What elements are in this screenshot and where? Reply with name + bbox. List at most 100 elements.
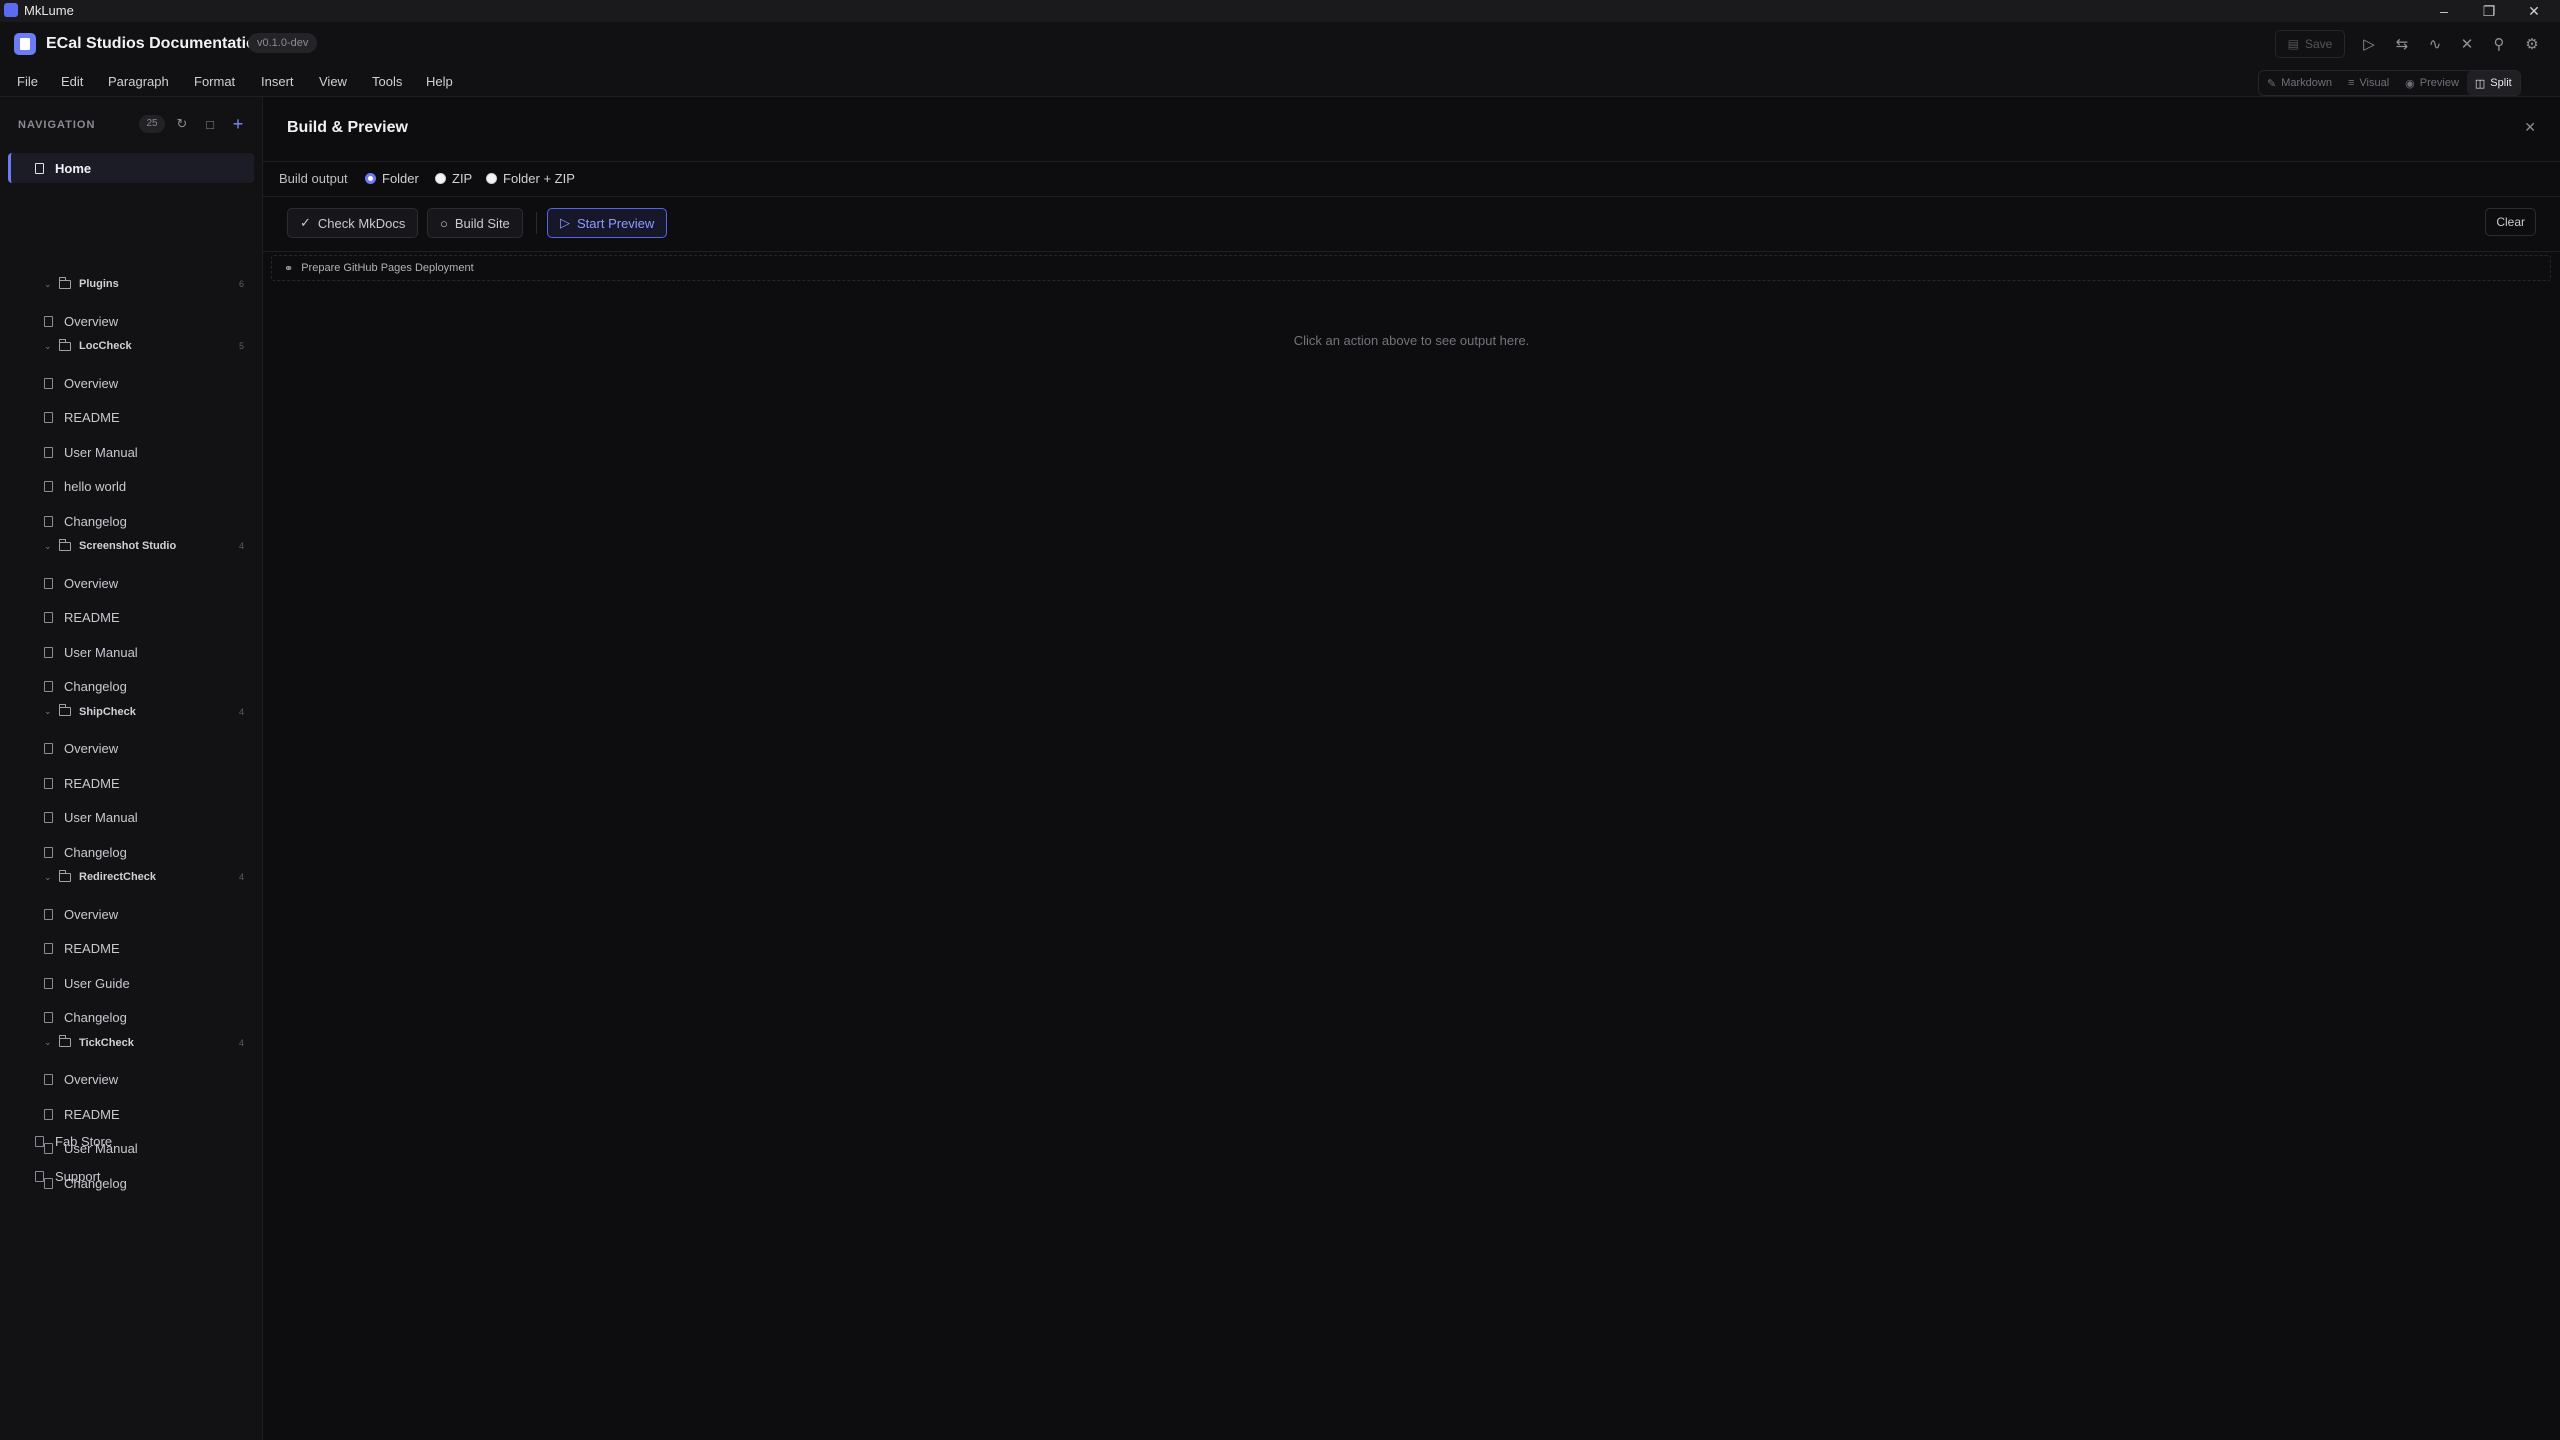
page-icon: [44, 315, 53, 327]
build-site-button[interactable]: ○ Build Site: [427, 208, 523, 238]
page-icon: [44, 846, 53, 858]
sidebar-item-label: Overview: [64, 741, 119, 756]
panel-header: Build & Preview ✕: [263, 97, 2560, 162]
sidebar-item-label: Fab Store: [55, 1133, 113, 1149]
sidebar-item-label: Overview: [64, 906, 119, 922]
check-mkdocs-button[interactable]: ✓ Check MkDocs: [287, 208, 419, 238]
sidebar-item-readme[interactable]: README: [0, 605, 262, 631]
new-folder-icon[interactable]: □: [201, 115, 219, 133]
sidebar-item-hello-world[interactable]: hello world: [0, 474, 262, 500]
sidebar-item-overview[interactable]: Overview: [0, 1067, 262, 1093]
gear-icon[interactable]: ⚙: [2522, 34, 2542, 54]
close-panel-icon[interactable]: ✕: [2524, 119, 2536, 136]
app-icon: [4, 3, 18, 17]
folder-icon: [59, 704, 71, 716]
chevron-down-icon[interactable]: ⌄: [44, 706, 52, 717]
folder-icon: [59, 276, 71, 289]
sidebar-item-overview[interactable]: Overview: [0, 901, 262, 927]
folder-count: 4: [238, 1037, 244, 1048]
sidebar-item-user-manual[interactable]: User Manual: [0, 639, 262, 665]
sidebar-folder-shipcheck[interactable]: ⌄ ShipCheck 4: [0, 702, 262, 722]
sidebar-item-readme[interactable]: README: [0, 405, 262, 431]
sidebar-item-label: hello world: [64, 479, 127, 494]
folder-count: 6: [238, 279, 244, 289]
sidebar-folder-redirectcheck[interactable]: ⌄ RedirectCheck 4: [0, 867, 262, 887]
chevron-down-icon[interactable]: ⌄: [44, 1037, 52, 1048]
chevron-down-icon[interactable]: ⌄: [44, 279, 52, 290]
chevron-down-icon[interactable]: ⌄: [44, 872, 52, 883]
mode-visual[interactable]: ≡ Visual: [2340, 71, 2397, 95]
sidebar-item-label: README: [64, 610, 120, 625]
sidebar-item-label: Overview: [64, 575, 119, 591]
split-icon: ◫: [2474, 77, 2486, 90]
sidebar-item-changelog[interactable]: Changelog: [0, 674, 262, 700]
check-circle-icon: ✓: [300, 215, 311, 230]
add-page-icon[interactable]: +: [229, 114, 247, 134]
restore-icon[interactable]: ❐: [2469, 0, 2509, 22]
sidebar-item-user-guide[interactable]: User Guide: [0, 970, 262, 996]
menu-help[interactable]: Help: [426, 74, 453, 89]
sidebar-item-label: README: [64, 410, 120, 425]
menu-file[interactable]: File: [17, 74, 38, 89]
start-preview-button[interactable]: ▷ Start Preview: [547, 208, 668, 238]
sidebar-item-user-manual[interactable]: User Manual: [0, 805, 262, 831]
github-pages-label: Prepare GitHub Pages Deployment: [301, 262, 474, 274]
page-icon: [44, 1108, 53, 1120]
sidebar-item-readme[interactable]: README: [0, 770, 262, 796]
chevron-down-icon[interactable]: ⌄: [44, 541, 52, 552]
radio-folder-zip[interactable]: Folder + ZIP: [486, 171, 575, 186]
menu-edit[interactable]: Edit: [61, 74, 83, 89]
refresh-icon[interactable]: ↻: [173, 115, 191, 133]
activity-icon[interactable]: ∿: [2425, 34, 2445, 54]
radio-folder[interactable]: Folder: [365, 171, 419, 186]
sidebar-item-overview[interactable]: Overview: [0, 308, 262, 334]
sidebar-folder-plugins[interactable]: ⌄ Plugins 6: [0, 274, 262, 294]
page-icon: [44, 412, 53, 423]
sidebar-item-changelog[interactable]: Changelog: [0, 1005, 262, 1031]
sidebar-item-overview[interactable]: Overview: [0, 736, 262, 762]
sidebar-item-overview[interactable]: Overview: [0, 370, 262, 396]
sidebar-folder-label: ShipCheck: [79, 705, 136, 718]
sidebar-item-readme[interactable]: README: [0, 1101, 262, 1127]
sidebar-item-readme[interactable]: README: [0, 936, 262, 962]
version-badge: v0.1.0-dev: [248, 33, 318, 53]
tools-icon[interactable]: ✕: [2457, 34, 2477, 54]
build-output-label: Build output: [279, 171, 348, 186]
github-pages-deploy-button[interactable]: ⚭ Prepare GitHub Pages Deployment: [271, 255, 2551, 281]
page-icon: [44, 481, 53, 492]
sidebar-item-home[interactable]: Home: [8, 153, 254, 183]
mode-markdown[interactable]: ✎ Markdown: [2259, 71, 2340, 95]
menu-format[interactable]: Format: [194, 74, 235, 89]
clear-button[interactable]: Clear: [2485, 208, 2536, 236]
sidebar-item-overview[interactable]: Overview: [0, 570, 262, 596]
menu-paragraph[interactable]: Paragraph: [108, 74, 169, 89]
sidebar-folder-loccheck[interactable]: ⌄ LocCheck 5: [0, 336, 262, 356]
sidebar-item-user-manual[interactable]: User Manual: [0, 439, 262, 465]
mode-split[interactable]: ◫ Split: [2466, 71, 2520, 95]
git-sync-icon[interactable]: ⇆: [2392, 34, 2412, 54]
folder-icon: [59, 1035, 71, 1047]
page-count-badge: 25: [139, 115, 165, 133]
os-title-bar: MkLume – ❐ ✕: [0, 0, 2560, 23]
folder-icon: [59, 869, 71, 882]
radio-zip[interactable]: ZIP: [435, 171, 472, 186]
sidebar-item-changelog[interactable]: Changelog: [0, 508, 262, 534]
chevron-down-icon[interactable]: ⌄: [44, 341, 52, 352]
sidebar-folder-screenshot-studio[interactable]: ⌄ Screenshot Studio 4: [0, 536, 262, 556]
mode-preview[interactable]: ◉ Preview: [2397, 71, 2467, 95]
output-hint: Click an action above to see output here…: [1293, 333, 1530, 348]
menu-insert[interactable]: Insert: [261, 74, 294, 89]
close-window-icon[interactable]: ✕: [2514, 0, 2554, 22]
minimize-icon[interactable]: –: [2424, 0, 2464, 22]
menu-view[interactable]: View: [319, 74, 347, 89]
page-icon: [44, 1074, 53, 1085]
page-icon: [44, 1012, 53, 1023]
search-icon[interactable]: ⚲: [2489, 34, 2509, 54]
sidebar-item-fab-store[interactable]: Fab Store: [0, 1128, 262, 1154]
sidebar-item-support[interactable]: Support: [0, 1163, 262, 1189]
play-icon[interactable]: ▷: [2359, 34, 2379, 54]
save-button[interactable]: ▤ Save: [2275, 30, 2345, 58]
sidebar-item-changelog[interactable]: Changelog: [0, 839, 262, 865]
menu-tools[interactable]: Tools: [372, 74, 402, 89]
sidebar-folder-tickcheck[interactable]: ⌄ TickCheck 4: [0, 1033, 262, 1053]
